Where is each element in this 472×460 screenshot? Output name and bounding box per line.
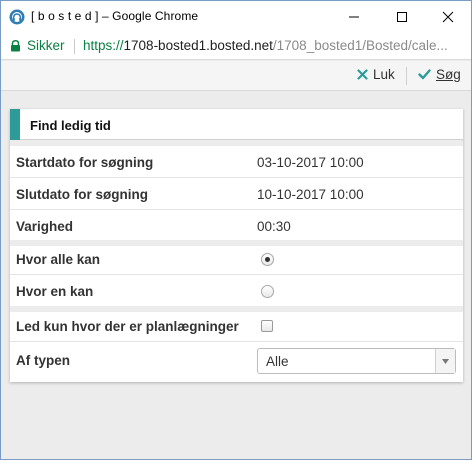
find-free-time-panel: Find ledig tid Startdato for søgning 03-… <box>10 109 463 382</box>
url-host: 1708-bosted1.bosted.net <box>123 38 273 53</box>
close-button[interactable]: Luk <box>357 67 395 82</box>
all-can-label: Hvor alle kan <box>16 252 101 267</box>
start-date-label: Startdato for søgning <box>16 155 154 170</box>
chrome-app-icon <box>9 9 25 25</box>
end-date-row: Slutdato for søgning 10-10-2017 10:00 <box>10 178 463 210</box>
duration-value[interactable]: 00:30 <box>257 219 291 234</box>
minimize-button[interactable] <box>331 1 377 32</box>
security-label: Sikker <box>27 38 65 53</box>
checkmark-icon <box>418 69 431 80</box>
one-can-radio[interactable] <box>261 285 274 298</box>
one-can-label: Hvor en kan <box>16 284 94 299</box>
all-can-radio[interactable] <box>261 253 274 266</box>
only-planned-label: Led kun hvor der er planlægninger <box>16 319 239 334</box>
one-can-row: Hvor en kan <box>10 275 463 307</box>
type-select[interactable]: Alle <box>257 348 456 374</box>
dropdown-arrow-icon[interactable] <box>435 349 455 373</box>
type-select-value: Alle <box>266 354 289 369</box>
type-label: Af typen <box>16 353 70 368</box>
address-divider <box>74 39 75 54</box>
duration-label: Varighed <box>16 219 74 234</box>
url-field[interactable]: https://1708-bosted1.bosted.net/1708_bos… <box>83 38 463 53</box>
start-date-row: Startdato for søgning 03-10-2017 10:00 <box>10 146 463 178</box>
close-window-button[interactable] <box>425 1 471 32</box>
window-title: [ b o s t e d ] – Google Chrome <box>31 9 199 23</box>
search-button-label: Søg <box>436 67 461 82</box>
url-scheme: https:// <box>83 38 124 53</box>
duration-row: Varighed 00:30 <box>10 210 463 242</box>
close-x-icon <box>357 69 368 80</box>
all-can-row: Hvor alle kan <box>10 243 463 275</box>
end-date-value[interactable]: 10-10-2017 10:00 <box>257 187 364 202</box>
close-button-label: Luk <box>373 67 395 82</box>
action-toolbar: Luk Søg <box>1 61 471 91</box>
title-bar: [ b o s t e d ] – Google Chrome <box>1 1 471 32</box>
maximize-icon <box>397 11 407 22</box>
start-date-value[interactable]: 03-10-2017 10:00 <box>257 155 364 170</box>
search-button[interactable]: Søg <box>418 67 461 82</box>
toolbar-divider <box>406 67 407 85</box>
only-planned-row: Led kun hvor der er planlægninger <box>10 310 463 342</box>
panel-header: Find ledig tid <box>10 109 463 140</box>
url-path: /1708_bosted1/Bosted/cale... <box>272 38 448 53</box>
close-icon <box>442 11 454 22</box>
browser-window: [ b o s t e d ] – Google Chrome Sikker h… <box>0 0 472 460</box>
maximize-button[interactable] <box>379 1 425 32</box>
only-planned-checkbox[interactable] <box>261 320 273 332</box>
panel-accent-bar <box>10 109 20 140</box>
address-bar[interactable]: Sikker https://1708-bosted1.bosted.net/1… <box>1 32 471 60</box>
minimize-icon <box>349 16 359 17</box>
panel-title: Find ledig tid <box>30 118 111 133</box>
type-row: Af typen Alle <box>10 344 463 376</box>
lock-icon <box>11 40 20 52</box>
end-date-label: Slutdato for søgning <box>16 187 148 202</box>
